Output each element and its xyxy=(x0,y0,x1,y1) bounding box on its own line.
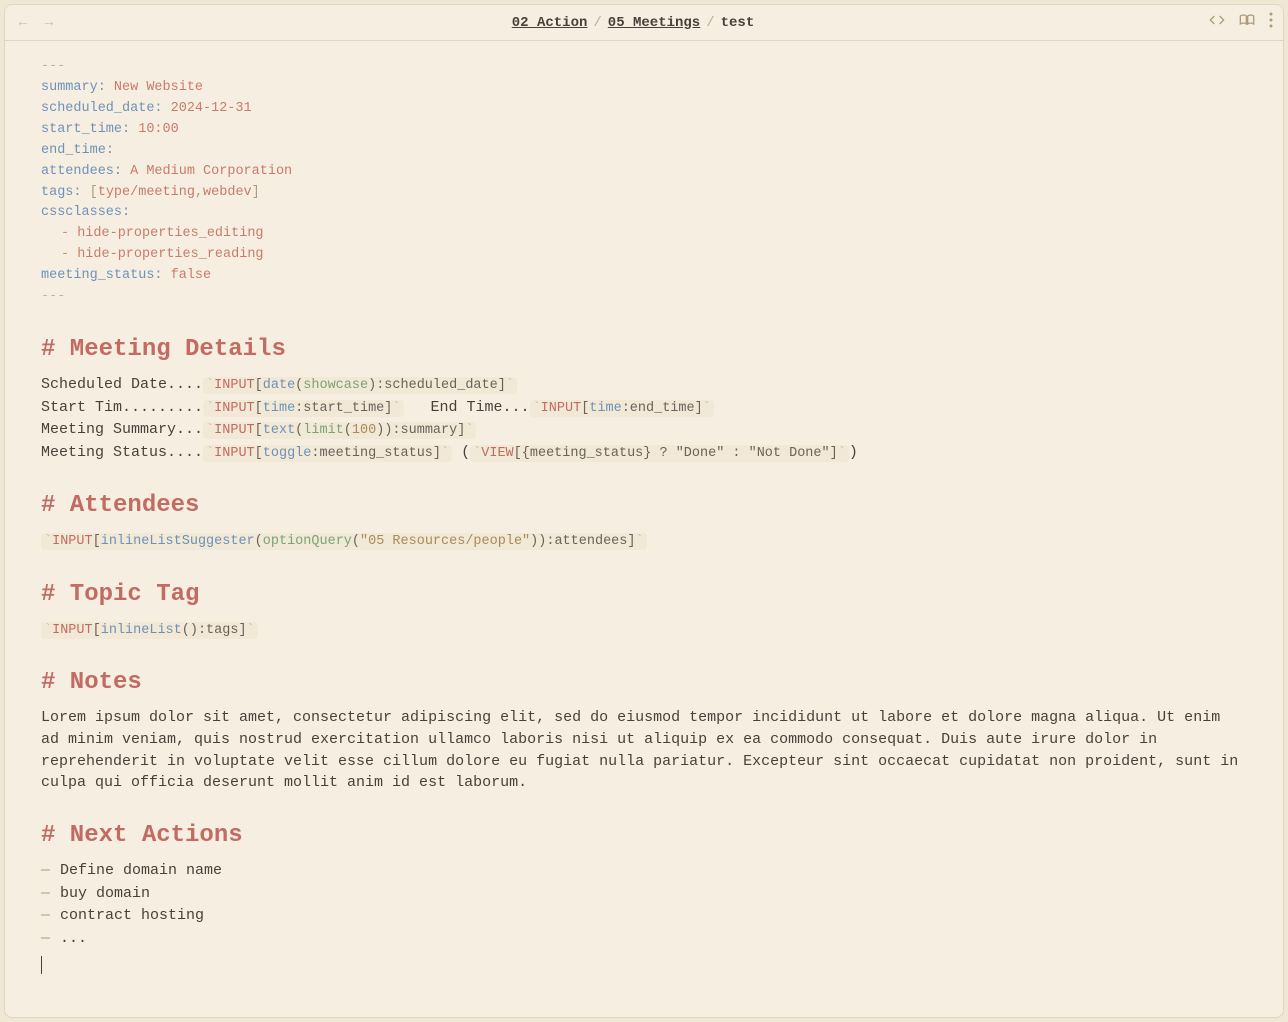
fm-open: --- xyxy=(41,57,1263,78)
titlebar: ← → 02 Action / 05 Meetings / test xyxy=(5,5,1283,41)
input-code-start[interactable]: `INPUT[time:start_time]` xyxy=(203,400,403,417)
input-code-scheduled[interactable]: `INPUT[date(showcase):scheduled_date]` xyxy=(203,377,517,394)
forward-icon[interactable]: → xyxy=(41,15,57,31)
fm-row-summary: summary: New Website xyxy=(41,78,1263,99)
text-cursor xyxy=(41,956,42,974)
input-code-end[interactable]: `INPUT[time:end_time]` xyxy=(530,400,714,417)
view-code-status[interactable]: `VIEW[{meeting_status} ? "Done" : "Not D… xyxy=(470,445,849,462)
breadcrumb-sep: / xyxy=(593,15,601,31)
label: Start Tim......... xyxy=(41,399,203,416)
fm-row-tags: tags: [type/meeting,webdev] xyxy=(41,183,1263,204)
notes-paragraph[interactable]: Lorem ipsum dolor sit amet, consectetur … xyxy=(41,707,1241,794)
detail-summary: Meeting Summary...`INPUT[text(limit(100)… xyxy=(41,419,1263,442)
input-code-summary[interactable]: `INPUT[text(limit(100)):summary]` xyxy=(203,422,476,439)
source-mode-icon[interactable] xyxy=(1209,12,1225,33)
dash-icon: — xyxy=(41,928,50,951)
breadcrumb-current: test xyxy=(721,15,755,31)
fm-css-item-1: - hide-properties_editing xyxy=(41,224,1263,245)
list-item-text: ... xyxy=(60,928,87,951)
list-item-text: Define domain name xyxy=(60,860,222,883)
list-item[interactable]: —... xyxy=(41,928,1263,951)
reading-view-icon[interactable] xyxy=(1239,12,1255,33)
fm-row-css: cssclasses: xyxy=(41,203,1263,224)
fm-row-end: end_time: xyxy=(41,141,1263,162)
back-icon[interactable]: ← xyxy=(15,15,31,31)
label: Meeting Status.... xyxy=(41,444,203,461)
input-code-topic[interactable]: `INPUT[inlineList():tags]` xyxy=(41,622,258,639)
list-item-text: buy domain xyxy=(60,883,150,906)
label: End Time... xyxy=(431,399,530,416)
nav-buttons: ← → xyxy=(15,15,57,31)
fm-row-attendees: attendees: A Medium Corporation xyxy=(41,162,1263,183)
heading-meeting-details: # Meeting Details xyxy=(41,332,1263,368)
titlebar-actions xyxy=(1209,12,1273,33)
next-actions-list: — Define domain name — buy domain — contrac… xyxy=(41,860,1263,950)
list-item[interactable]: — contract hosting xyxy=(41,905,1263,928)
heading-attendees: # Attendees xyxy=(41,488,1263,524)
frontmatter-block: --- summary: New Website scheduled_date:… xyxy=(41,57,1263,308)
input-code-status[interactable]: `INPUT[toggle:meeting_status]` xyxy=(203,445,452,462)
heading-topic: # Topic Tag xyxy=(41,577,1263,613)
dash-icon: — xyxy=(41,860,50,883)
heading-notes: # Notes xyxy=(41,665,1263,701)
detail-scheduled-date: Scheduled Date....`INPUT[date(showcase):… xyxy=(41,374,1263,397)
breadcrumb: 02 Action / 05 Meetings / test xyxy=(57,15,1209,31)
detail-status: Meeting Status....`INPUT[toggle:meeting_… xyxy=(41,442,1263,465)
breadcrumb-folder-2[interactable]: 05 Meetings xyxy=(608,15,700,31)
fm-row-start: start_time: 10:00 xyxy=(41,120,1263,141)
topic-code-line: `INPUT[inlineList():tags]` xyxy=(41,619,1263,642)
more-icon[interactable] xyxy=(1269,12,1273,33)
editor-window: ← → 02 Action / 05 Meetings / test --- s xyxy=(4,4,1284,1018)
editor-content[interactable]: --- summary: New Website scheduled_date:… xyxy=(5,41,1283,1017)
fm-css-item-2: - hide-properties_reading xyxy=(41,245,1263,266)
label: Scheduled Date.... xyxy=(41,376,203,393)
breadcrumb-folder-1[interactable]: 02 Action xyxy=(512,15,588,31)
input-code-attendees[interactable]: `INPUT[inlineListSuggester(optionQuery("… xyxy=(41,533,647,550)
detail-start-end-time: Start Tim.........`INPUT[time:start_time… xyxy=(41,397,1263,420)
list-item[interactable]: — buy domain xyxy=(41,883,1263,906)
list-item-text: contract hosting xyxy=(60,905,204,928)
fm-row-status: meeting_status: false xyxy=(41,266,1263,287)
fm-row-scheduled: scheduled_date: 2024-12-31 xyxy=(41,99,1263,120)
dash-icon: — xyxy=(41,905,50,928)
dash-icon: — xyxy=(41,883,50,906)
heading-next-actions: # Next Actions xyxy=(41,818,1263,854)
attendees-code-line: `INPUT[inlineListSuggester(optionQuery("… xyxy=(41,530,1263,553)
label: Meeting Summary... xyxy=(41,421,203,438)
list-item[interactable]: — Define domain name xyxy=(41,860,1263,883)
fm-close: --- xyxy=(41,287,1263,308)
breadcrumb-sep: / xyxy=(706,15,714,31)
